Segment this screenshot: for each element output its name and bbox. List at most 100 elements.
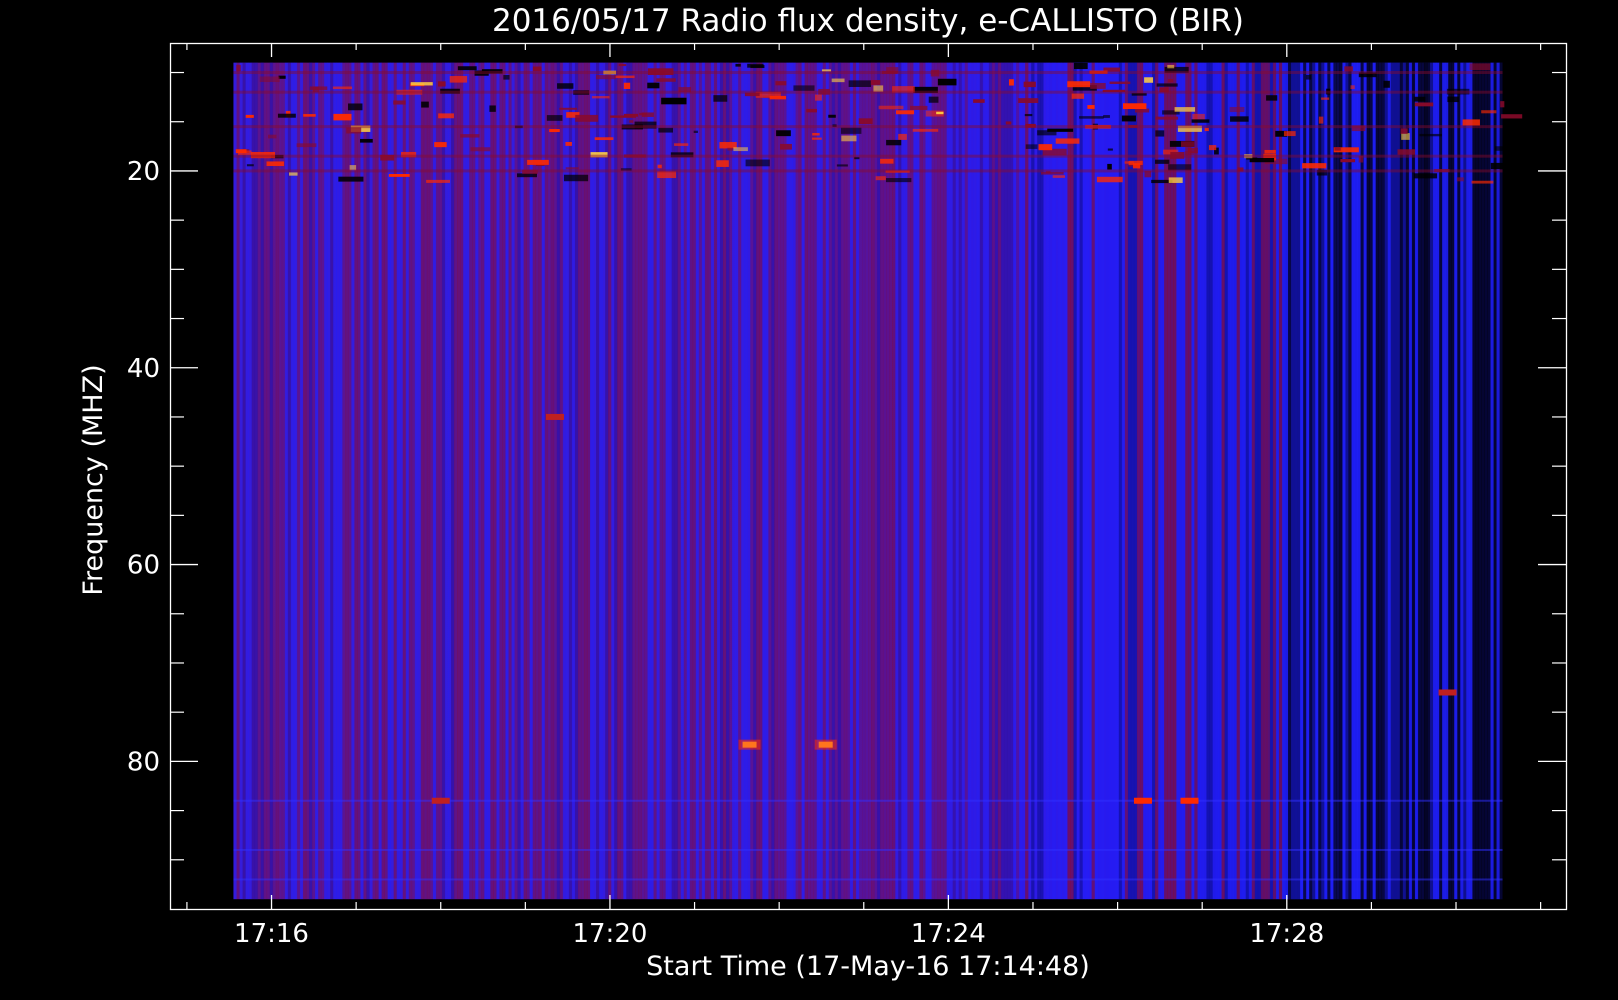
heatmap-column: [771, 62, 775, 900]
heatmap-column: [278, 62, 283, 900]
heatmap-column: [958, 62, 963, 900]
heatmap-column: [1212, 62, 1216, 900]
heatmap-column: [753, 62, 757, 900]
heatmap-column: [263, 62, 268, 900]
interference-mark: [332, 86, 353, 90]
heatmap-column: [729, 62, 733, 900]
heatmap-column: [463, 62, 467, 900]
heatmap-column: [402, 62, 407, 900]
interference-mark: [1024, 113, 1033, 117]
heatmap-column: [1040, 62, 1044, 900]
interference-mark: [1037, 130, 1057, 136]
interference-mark: [875, 176, 886, 181]
heatmap-column: [369, 62, 373, 900]
heatmap-column: [565, 62, 570, 900]
heatmap-column: [1013, 62, 1017, 900]
interference-mark: [910, 105, 928, 110]
interference-mark: [848, 80, 872, 87]
heatmap-column: [593, 62, 597, 900]
interference-mark: [615, 75, 635, 79]
heatmap-column: [517, 62, 521, 900]
heatmap-column: [1218, 62, 1222, 900]
heatmap-column: [290, 62, 295, 900]
heatmap-column: [568, 62, 573, 900]
interference-mark: [841, 135, 857, 142]
heatmap-column: [1399, 62, 1404, 900]
interference-mark: [575, 114, 599, 122]
heatmap-column: [1493, 62, 1497, 900]
heatmap-column: [1427, 62, 1431, 900]
heatmap-column: [665, 62, 669, 900]
heatmap-column: [756, 62, 760, 900]
heatmap-column: [378, 62, 382, 900]
heatmap-column: [1430, 62, 1434, 900]
interference-mark: [1180, 141, 1195, 147]
heatmap-column: [523, 62, 527, 900]
heatmap-column: [1315, 62, 1319, 900]
heatmap-column: [1073, 62, 1077, 900]
heatmap-column: [293, 62, 298, 900]
heatmap-column: [505, 62, 509, 900]
interference-mark: [1481, 110, 1497, 114]
interference-mark: [1128, 160, 1143, 165]
interference-mark: [1500, 101, 1505, 108]
heatmap-column: [644, 62, 648, 900]
heatmap-column: [484, 62, 488, 900]
heatmap-column: [1433, 62, 1437, 900]
interference-mark: [557, 83, 574, 89]
heatmap-column: [583, 62, 588, 900]
y-tick-label: 20: [127, 157, 160, 187]
heatmap-column: [490, 62, 494, 900]
heatmap-column: [1363, 62, 1367, 900]
heatmap-column: [759, 62, 763, 900]
heatmap-column: [390, 62, 395, 900]
x-tick-label: 17:20: [572, 919, 647, 949]
heatmap-column: [871, 62, 875, 900]
heatmap-column: [635, 62, 639, 900]
heatmap-column: [1272, 62, 1277, 900]
heatmap-column: [499, 62, 503, 900]
interference-mark: [1400, 128, 1408, 134]
interference-mark: [623, 113, 639, 117]
heatmap-column: [949, 62, 954, 900]
heatmap-column: [284, 62, 289, 900]
interference-mark: [1191, 119, 1210, 123]
heatmap-column: [1176, 62, 1180, 900]
heatmap-column: [1478, 62, 1482, 900]
interference-mark: [1302, 163, 1327, 169]
heatmap-column: [315, 62, 319, 900]
heatmap-column: [1318, 62, 1322, 900]
interference-mark: [348, 103, 363, 111]
heatmap-column: [257, 62, 262, 900]
heatmap-column: [816, 62, 821, 900]
interference-mark: [1156, 83, 1178, 87]
heatmap-column: [481, 62, 485, 900]
interference-mark: [1008, 79, 1014, 86]
heatmap-column: [399, 62, 404, 900]
interference-mark: [1490, 162, 1506, 170]
heatmap-column: [1145, 62, 1150, 900]
heatmap-column: [732, 62, 736, 900]
heatmap-column: [553, 62, 558, 900]
heatmap-column: [852, 62, 857, 900]
interference-mark: [812, 132, 820, 136]
heatmap-column: [1408, 62, 1413, 900]
burst-mark: [431, 797, 450, 804]
heatmap-column: [1439, 62, 1443, 900]
heatmap-column: [1164, 62, 1168, 900]
heatmap-column: [1423, 62, 1428, 900]
interference-mark: [828, 114, 836, 118]
interference-mark: [618, 63, 627, 67]
interference-mark: [360, 138, 373, 143]
heatmap-column: [511, 62, 515, 900]
heatmap-column: [886, 62, 890, 900]
heatmap-column: [460, 62, 464, 900]
interference-mark: [1249, 157, 1275, 163]
heatmap-column: [1496, 62, 1500, 900]
interference-mark: [1414, 96, 1426, 102]
heatmap-column: [943, 62, 947, 900]
heatmap-column: [351, 62, 355, 900]
interference-mark: [1229, 106, 1245, 113]
heatmap-column: [1375, 62, 1380, 900]
heatmap-column: [1203, 62, 1207, 900]
